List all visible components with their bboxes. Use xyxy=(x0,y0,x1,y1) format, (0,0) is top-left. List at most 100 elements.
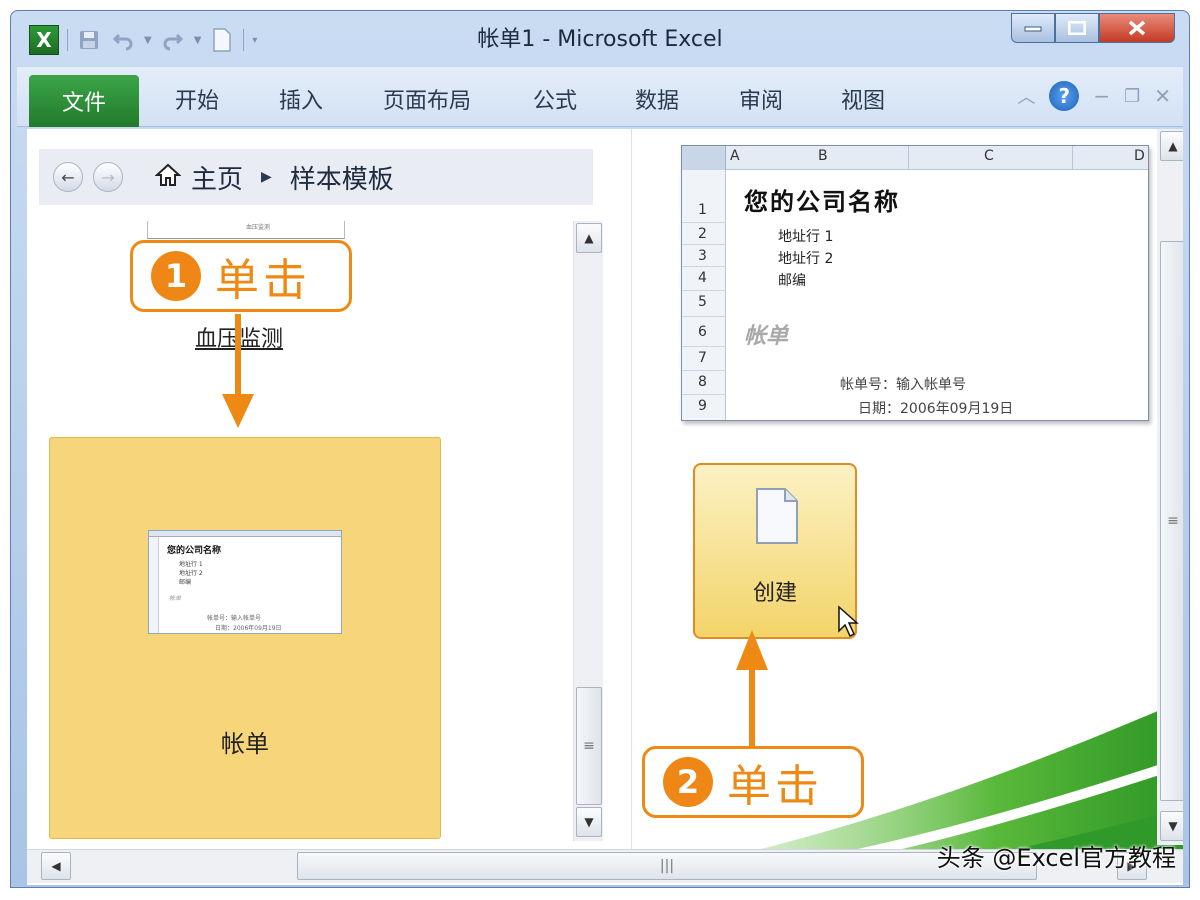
thumbnail-zip: 邮编 xyxy=(179,579,192,586)
preview-company-name: 您的公司名称 xyxy=(744,188,900,216)
preview-col-c: C xyxy=(984,148,994,164)
step-label-2: 单击 xyxy=(727,761,823,812)
left-arrow-icon: ◀ xyxy=(51,859,61,873)
arrow-step-1-shaft xyxy=(235,314,241,396)
minimize-icon xyxy=(1024,26,1042,32)
tab-formulas[interactable]: 公式 xyxy=(533,83,577,115)
template-list-scrollbar[interactable]: ▲ ≡ ▼ xyxy=(573,221,603,841)
preview-row-5: 5 xyxy=(698,294,707,310)
template-item-bill-selected[interactable]: 您的公司名称 地址行 1 地址行 2 邮编 帐单 帐单号：输入帐单号 日期：20… xyxy=(49,437,441,839)
thumbnail-bill-no: 帐单号：输入帐单号 xyxy=(207,615,262,622)
create-button-label: 创建 xyxy=(752,581,797,606)
arrow-step-2-shaft xyxy=(749,668,755,748)
forward-arrow-icon: → xyxy=(101,167,115,187)
preview-row-3: 3 xyxy=(698,248,707,264)
callout-step-2: 2 单击 xyxy=(642,746,864,818)
scroll-down-button[interactable]: ▼ xyxy=(576,807,602,837)
window-controls xyxy=(1011,13,1175,43)
tab-page-layout[interactable]: 页面布局 xyxy=(383,83,471,115)
preview-address-line1: 地址行 1 xyxy=(778,229,834,245)
maximize-button[interactable] xyxy=(1055,13,1099,43)
workbook-restore-icon[interactable]: ❐ xyxy=(1124,86,1140,107)
preview-row-8: 8 xyxy=(698,374,707,390)
ribbon-right-controls: ︿ ? − ❐ ✕ xyxy=(1017,81,1171,111)
back-arrow-icon: ← xyxy=(61,167,75,187)
preview-zip: 邮编 xyxy=(778,273,806,289)
breadcrumb: ← → 主页 ▶ 样本模板 xyxy=(39,149,593,205)
scroll-up-button[interactable]: ▲ xyxy=(576,223,602,253)
excel-window: X ▼ ▼ ▾ 帐单1 - Microsoft Excel 文件 开始 插入 页… xyxy=(10,10,1190,888)
horizontal-scroll-thumb[interactable]: ||| xyxy=(297,852,1037,880)
preview-scroll-up-button[interactable]: ▲ xyxy=(1160,131,1183,161)
preview-bill-heading: 帐单 xyxy=(744,323,789,349)
preview-row-7: 7 xyxy=(698,350,707,366)
thumbnail-caption: 血压监测 xyxy=(246,224,271,231)
preview-row-1: 1 xyxy=(698,202,707,218)
pane-divider xyxy=(631,129,632,849)
tab-review[interactable]: 审阅 xyxy=(739,83,783,115)
watermark: 头条 @Excel官方教程 xyxy=(936,844,1176,872)
template-label-bill: 帐单 xyxy=(221,730,269,758)
tab-home[interactable]: 开始 xyxy=(175,83,219,115)
scroll-thumb[interactable]: ≡ xyxy=(576,687,602,805)
preview-pane: A B C D 1 2 3 4 5 6 7 8 9 您的公司名称 地址行 1 地… xyxy=(633,129,1183,849)
tab-view[interactable]: 视图 xyxy=(841,83,885,115)
forward-button[interactable]: → xyxy=(93,162,123,192)
template-thumbnail-partial[interactable]: 血压监测 xyxy=(147,221,345,239)
preview-col-d: D xyxy=(1134,148,1145,164)
home-icon[interactable] xyxy=(154,163,182,191)
up-arrow-icon: ▲ xyxy=(584,231,594,245)
close-button[interactable] xyxy=(1099,13,1175,43)
scroll-left-button[interactable]: ◀ xyxy=(41,852,71,880)
preview-select-all xyxy=(682,146,726,170)
step-label-1: 单击 xyxy=(215,255,311,306)
tab-insert[interactable]: 插入 xyxy=(279,83,323,115)
up-arrow-icon: ▲ xyxy=(1168,139,1178,153)
preview-row-4: 4 xyxy=(698,270,707,286)
preview-address-line2: 地址行 2 xyxy=(778,251,834,267)
down-arrow-icon: ▼ xyxy=(1168,819,1178,833)
breadcrumb-current: 样本模板 xyxy=(289,164,394,195)
preview-column-header xyxy=(682,146,1148,170)
ribbon-collapse-icon[interactable]: ︿ xyxy=(1017,83,1035,109)
tab-file[interactable]: 文件 xyxy=(29,75,139,127)
close-icon xyxy=(1128,20,1146,36)
thumbnail-address2: 地址行 2 xyxy=(179,570,203,577)
down-arrow-icon: ▼ xyxy=(584,815,594,829)
grip-icon: ≡ xyxy=(1167,513,1179,529)
preview-row-2: 2 xyxy=(698,226,707,242)
preview-scroll-thumb[interactable]: ≡ xyxy=(1160,241,1183,801)
template-browser: ← → 主页 ▶ 样本模板 血压监测 血压监测 您的公司名称 地址行 1 地址行… xyxy=(27,129,619,849)
grip-icon: ≡ xyxy=(583,738,595,754)
preview-scrollbar[interactable]: ▲ ≡ ▼ xyxy=(1157,129,1183,845)
tab-data[interactable]: 数据 xyxy=(635,83,679,115)
back-button[interactable]: ← xyxy=(53,162,83,192)
maximize-icon xyxy=(1068,21,1086,35)
preview-row-6: 6 xyxy=(698,324,707,340)
arrow-up-icon xyxy=(736,630,768,670)
ribbon-tabs: 文件 开始 插入 页面布局 公式 数据 审阅 视图 ︿ ? − ❐ ✕ xyxy=(17,67,1183,127)
title-bar: X ▼ ▼ ▾ 帐单1 - Microsoft Excel xyxy=(11,11,1189,63)
breadcrumb-separator-icon: ▶ xyxy=(261,169,272,185)
mouse-cursor-icon xyxy=(838,605,859,638)
thumbnail-bill: 帐单 xyxy=(169,595,182,602)
new-document-icon xyxy=(756,488,798,544)
breadcrumb-home[interactable]: 主页 xyxy=(191,159,243,196)
workbook-minimize-icon[interactable]: − xyxy=(1093,84,1110,108)
minimize-button[interactable] xyxy=(1011,13,1055,43)
callout-step-1: 1 单击 xyxy=(130,240,352,312)
help-icon[interactable]: ? xyxy=(1049,81,1080,111)
workbook-close-icon[interactable]: ✕ xyxy=(1154,84,1171,108)
preview-scroll-down-button[interactable]: ▼ xyxy=(1160,811,1183,841)
thumbnail-title: 您的公司名称 xyxy=(167,546,222,556)
preview-date: 日期：2006年09月19日 xyxy=(858,401,1014,417)
preview-row-9: 9 xyxy=(698,398,707,414)
template-preview: A B C D 1 2 3 4 5 6 7 8 9 您的公司名称 地址行 1 地… xyxy=(681,145,1149,421)
preview-col-a: A xyxy=(730,148,740,164)
grip-icon: ||| xyxy=(659,858,675,874)
preview-col-b: B xyxy=(818,148,828,164)
step-number-2: 2 xyxy=(663,757,713,807)
preview-bill-number: 帐单号：输入帐单号 xyxy=(840,377,966,393)
create-button[interactable]: 创建 xyxy=(693,463,859,639)
template-thumbnail-bill: 您的公司名称 地址行 1 地址行 2 邮编 帐单 帐单号：输入帐单号 日期：20… xyxy=(148,530,342,634)
